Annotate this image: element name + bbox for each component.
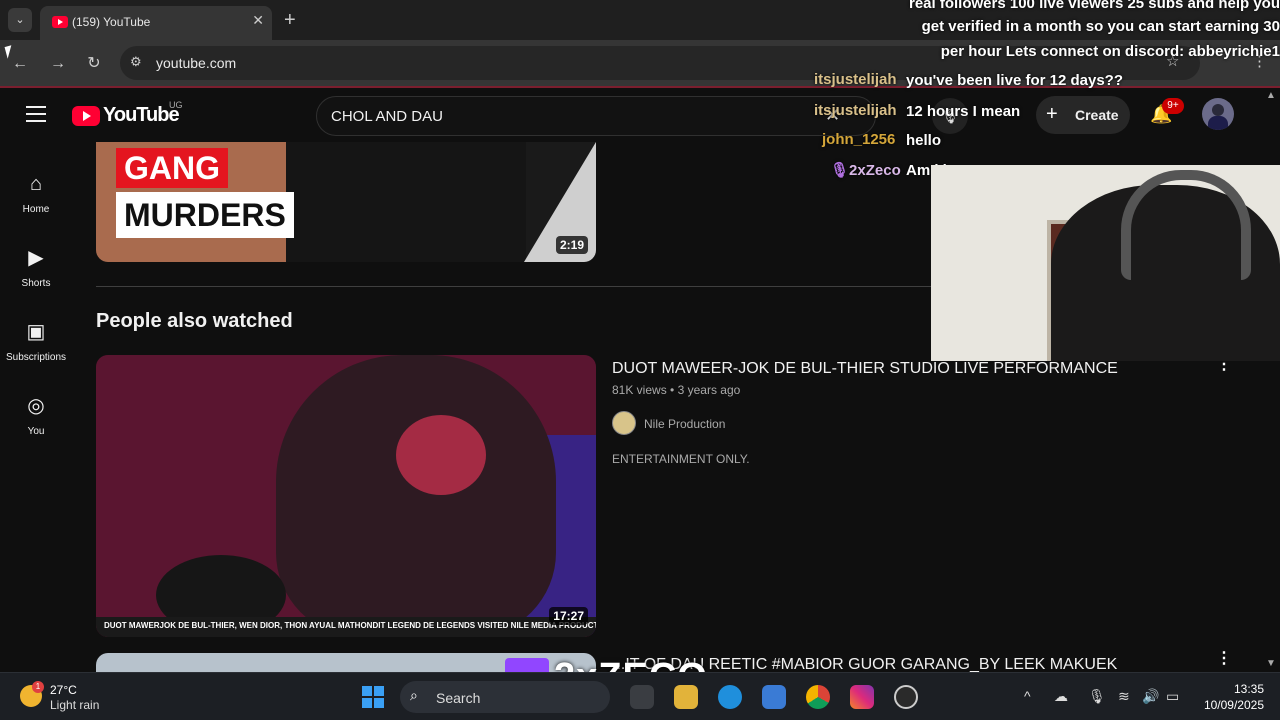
weather-widget[interactable]: 1 27°C Light rain bbox=[20, 681, 120, 713]
webcam-overlay bbox=[931, 165, 1280, 361]
chat-message: 12 hours I mean bbox=[906, 103, 1021, 120]
video-duration: 2:19 bbox=[555, 236, 588, 254]
chat-username: 🎙2xZeco bbox=[830, 161, 901, 179]
chat-message: real followers 100 live viewers 25 subs … bbox=[909, 0, 1280, 12]
microphone-icon[interactable]: 🎙 bbox=[1088, 688, 1106, 705]
url-text[interactable]: youtube.com bbox=[156, 55, 236, 71]
video-title[interactable]: DUOT MAWEER-JOK DE BUL-THIER STUDIO LIVE… bbox=[612, 360, 1118, 378]
chat-message: per hour Lets connect on discord: abbeyr… bbox=[940, 43, 1280, 60]
section-divider bbox=[96, 286, 936, 287]
thumbnail-background bbox=[286, 142, 526, 262]
sidebar-item-label: Home bbox=[22, 204, 50, 215]
meta-dot: • bbox=[670, 383, 678, 397]
windows-taskbar: 1 27°C Light rain ⌕ Search ^ ☁ 🎙 ≋ 🔊 ▭ 1… bbox=[0, 672, 1280, 720]
forward-icon[interactable]: → bbox=[46, 52, 70, 76]
chat-message: get verified in a month so you can start… bbox=[921, 18, 1280, 35]
start-button-icon[interactable] bbox=[362, 686, 384, 708]
home-icon: ⌂ bbox=[29, 173, 43, 195]
weather-condition: Light rain bbox=[50, 698, 100, 712]
tab-search-button[interactable]: ⌄ bbox=[8, 8, 32, 32]
video-duration: 17:27 bbox=[549, 607, 588, 625]
video-metadata: 81K views • 3 years ago bbox=[612, 383, 740, 397]
chat-username-text: 2xZeco bbox=[849, 162, 901, 179]
sidebar-item-label: Shorts bbox=[21, 278, 51, 289]
onedrive-icon[interactable]: ☁ bbox=[1054, 688, 1068, 705]
clock-time: 13:35 bbox=[1233, 682, 1264, 696]
taskbar-search[interactable]: ⌕ Search bbox=[400, 681, 610, 713]
mic-badge-icon: 🎙 bbox=[830, 162, 850, 179]
thumbnail-text-line2: MURDERS bbox=[116, 192, 294, 238]
you-icon: ◎ bbox=[27, 395, 45, 417]
upload-age: 3 years ago bbox=[677, 383, 741, 397]
battery-icon[interactable]: ▭ bbox=[1166, 688, 1179, 705]
tab-close-icon[interactable]: ✕ bbox=[252, 12, 264, 29]
edge-icon[interactable] bbox=[718, 685, 742, 709]
screen: { "browser": { "tab_title": "(159) YouTu… bbox=[0, 0, 1280, 720]
new-tab-button[interactable]: + bbox=[284, 8, 296, 32]
thumbnail-text-line1: GANG bbox=[116, 148, 228, 188]
channel-name[interactable]: Nile Production bbox=[644, 417, 725, 431]
microsoft-store-icon[interactable] bbox=[762, 685, 786, 709]
thumbnail-caption: DUOT MAWERJOK DE BUL-THIER, WEN DIOR, TH… bbox=[96, 617, 596, 637]
weather-badge: 1 bbox=[32, 681, 44, 693]
wifi-icon[interactable]: ≋ bbox=[1118, 688, 1130, 705]
reload-icon[interactable]: ↻ bbox=[82, 52, 106, 76]
browser-tab-youtube[interactable]: (159) YouTube ✕ bbox=[40, 6, 272, 40]
shorts-icon: ▶ bbox=[28, 247, 44, 269]
stream-chat-overlay: real followers 100 live viewers 25 subs … bbox=[780, 0, 1280, 190]
logo-text: YouTube bbox=[103, 104, 180, 126]
more-actions-icon[interactable]: ⋮ bbox=[1216, 651, 1232, 667]
more-actions-icon[interactable]: ⋮ bbox=[1216, 357, 1232, 373]
chat-username: itsjustelijah bbox=[814, 71, 897, 88]
thumbnail-light bbox=[396, 415, 486, 495]
view-count: 81K views bbox=[612, 383, 667, 397]
country-code: UG bbox=[169, 100, 183, 110]
volume-icon[interactable]: 🔊 bbox=[1142, 688, 1159, 705]
obs-icon[interactable] bbox=[894, 685, 918, 709]
task-view-icon[interactable] bbox=[630, 685, 654, 709]
channel-avatar[interactable] bbox=[612, 411, 636, 435]
temperature: 27°C bbox=[50, 683, 77, 697]
chat-username: john_1256 bbox=[822, 131, 896, 148]
mini-guide-sidebar: ⌂ Home ▶ Shorts ▣ Subscriptions ◎ You bbox=[0, 142, 72, 662]
search-query[interactable]: CHOL AND DAU bbox=[331, 108, 443, 125]
youtube-play-icon bbox=[72, 106, 100, 126]
clock-date: 10/09/2025 bbox=[1203, 698, 1264, 712]
guide-menu-icon[interactable] bbox=[26, 106, 46, 122]
video-description: ENTERTAINMENT ONLY. bbox=[612, 452, 750, 466]
taskbar-search-label: Search bbox=[436, 690, 481, 706]
sidebar-item-label: You bbox=[27, 426, 45, 437]
subscriptions-icon: ▣ bbox=[26, 321, 46, 343]
youtube-favicon-icon bbox=[52, 16, 68, 28]
chat-username: itsjustelijah bbox=[814, 102, 897, 119]
show-hidden-icons-icon[interactable]: ^ bbox=[1024, 688, 1031, 704]
thumbnail-person bbox=[276, 355, 556, 637]
scroll-down-arrow-icon[interactable]: ▼ bbox=[1266, 658, 1276, 669]
file-explorer-icon[interactable] bbox=[674, 685, 698, 709]
chat-message: hello bbox=[906, 132, 942, 149]
sidebar-item-you[interactable]: ◎ You bbox=[0, 374, 72, 444]
chat-message: you've been live for 12 days?? bbox=[906, 72, 1123, 89]
tab-title: (159) YouTube bbox=[72, 15, 151, 29]
sidebar-item-shorts[interactable]: ▶ Shorts bbox=[0, 226, 72, 296]
search-icon: ⌕ bbox=[410, 687, 418, 703]
instagram-icon[interactable] bbox=[850, 685, 874, 709]
video-thumbnail-duot-maweer[interactable]: DUOT MAWERJOK DE BUL-THIER, WEN DIOR, TH… bbox=[96, 355, 596, 637]
video-thumbnail-gang-murders[interactable]: GANG MURDERS 2:19 bbox=[96, 142, 596, 262]
headphones-icon bbox=[1121, 170, 1251, 280]
system-clock[interactable]: 13:35 10/09/2025 bbox=[1198, 681, 1264, 713]
sidebar-item-label: Subscriptions bbox=[5, 352, 67, 363]
section-title: People also watched bbox=[96, 310, 293, 332]
chrome-icon[interactable] bbox=[806, 685, 830, 709]
site-settings-icon[interactable]: ⚙ bbox=[130, 54, 142, 70]
sidebar-item-subscriptions[interactable]: ▣ Subscriptions bbox=[0, 300, 72, 370]
sidebar-item-home[interactable]: ⌂ Home bbox=[0, 152, 72, 222]
